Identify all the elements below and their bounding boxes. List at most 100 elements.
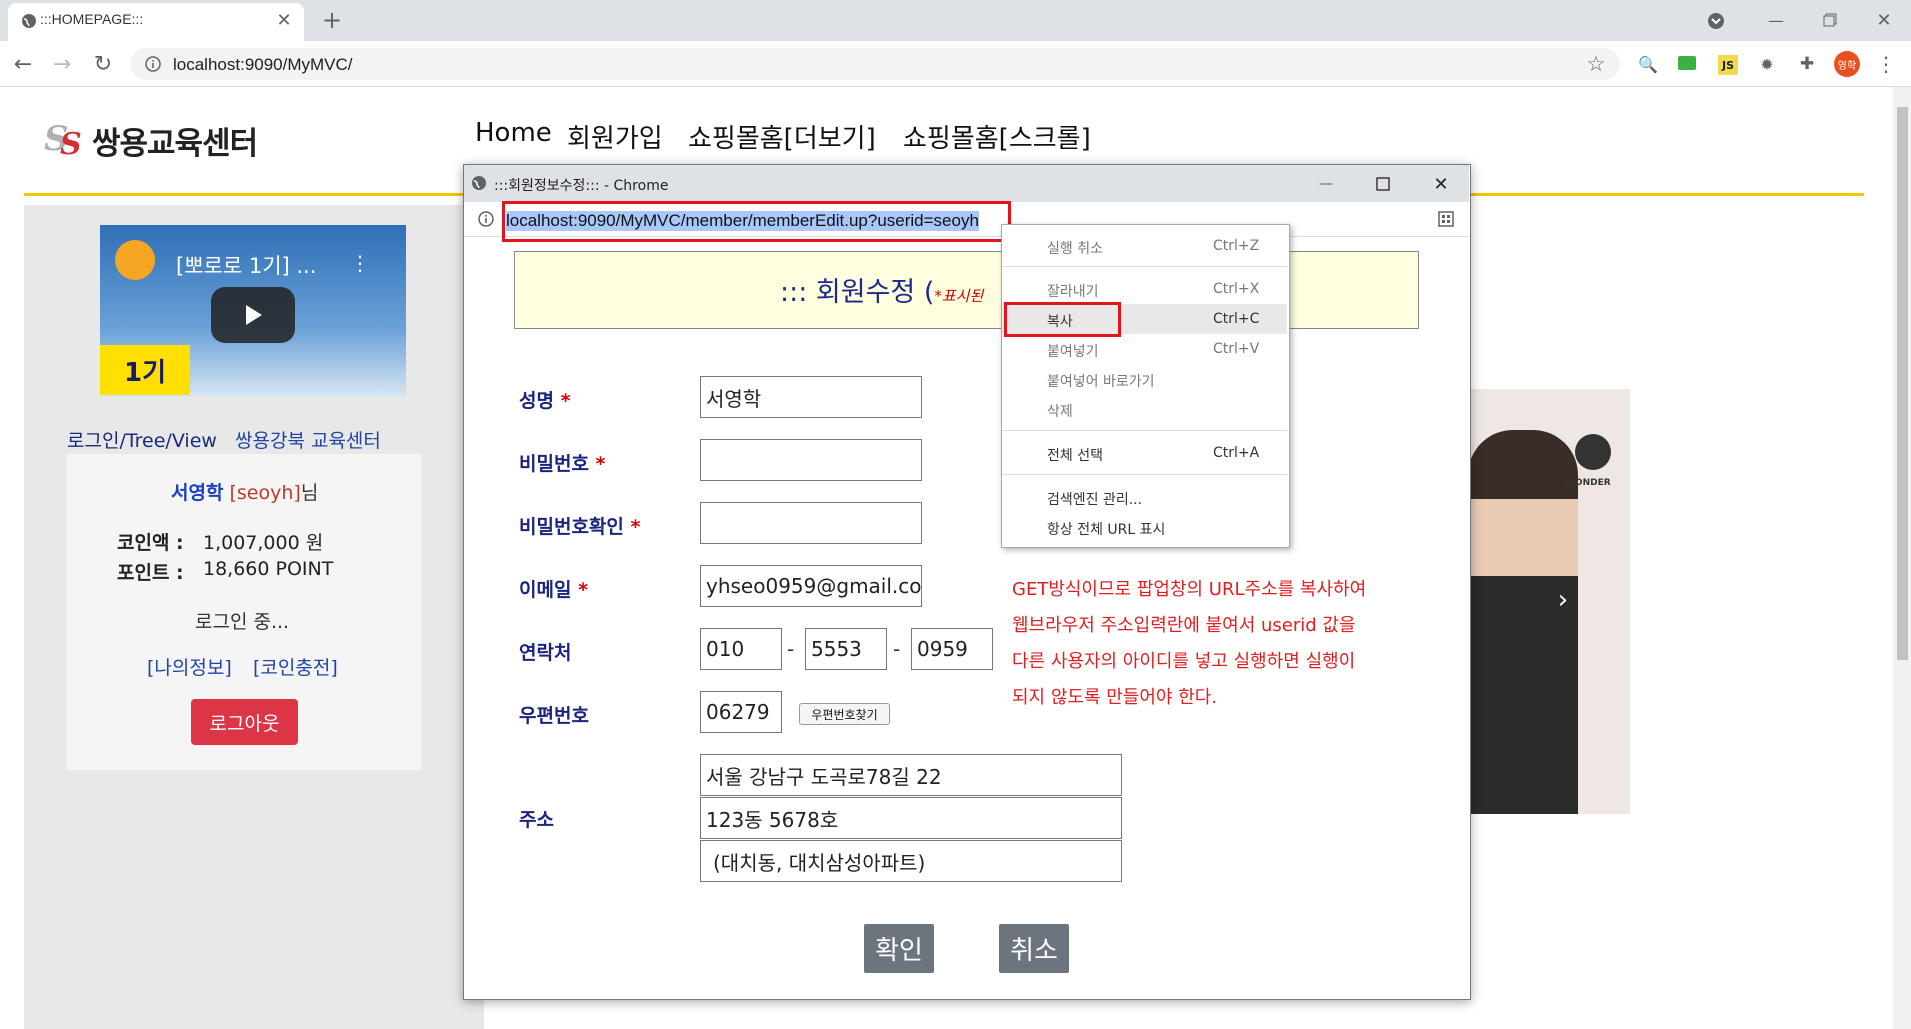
phone-label: 연락처 — [519, 642, 572, 664]
nav-shop-more[interactable]: 쇼핑몰홈[더보기] — [688, 118, 876, 155]
brand-text: WONDER — [1565, 478, 1611, 488]
site-logo-text[interactable]: 쌍용교육센터 — [92, 118, 258, 163]
popup-close-icon[interactable]: ✕ — [1429, 172, 1453, 196]
menu-separator — [1002, 474, 1287, 475]
email-label: 이메일 * — [519, 579, 589, 601]
menu-item-select-all[interactable]: 전체 선택 — [1047, 445, 1103, 465]
copy-highlight-box — [1004, 302, 1121, 337]
address-label: 주소 — [519, 809, 554, 831]
bookmark-star-icon[interactable]: ☆ — [1584, 52, 1608, 76]
phone2-input[interactable]: 5553 — [805, 628, 887, 670]
coin-value: 1,007,000 원 — [203, 532, 324, 554]
globe-icon — [20, 12, 38, 30]
user-id: [seoyh] — [229, 482, 301, 504]
nav-home[interactable]: Home — [475, 118, 552, 148]
menu-item-undo[interactable]: 실행 취소 — [1047, 238, 1103, 258]
address3-input[interactable]: (대치동, 대치삼성아파트) — [700, 840, 1122, 882]
menu-key-select-all: Ctrl+A — [1213, 445, 1260, 461]
video-more-icon[interactable]: ⋮ — [350, 250, 370, 276]
menu-separator — [1002, 430, 1287, 431]
popup-globe-icon — [470, 174, 488, 192]
menu-item-manage-search[interactable]: 검색엔진 관리... — [1047, 489, 1142, 509]
zipcode-search-button[interactable]: 우편번호찾기 — [799, 703, 890, 725]
reload-icon[interactable]: ↻ — [90, 51, 116, 77]
address2-input[interactable]: 123동 5678호 — [700, 797, 1122, 839]
popup-qr-icon[interactable] — [1437, 210, 1455, 228]
coin-charge-link[interactable]: [코인충전] — [253, 653, 338, 680]
sidebar-links[interactable]: 로그인/Tree/View — [67, 426, 217, 453]
extension-bug-icon[interactable]: ✹ — [1756, 53, 1778, 75]
phone3-input[interactable]: 0959 — [911, 628, 993, 670]
password-confirm-input[interactable] — [700, 502, 922, 544]
address1-input[interactable]: 서울 강남구 도곡로78길 22 — [700, 754, 1122, 796]
note-line: 웹브라우저 주소입력란에 붙여서 userid 값을 — [1012, 615, 1356, 636]
carousel-next-icon[interactable]: › — [1550, 585, 1576, 615]
menu-key-undo: Ctrl+Z — [1213, 238, 1260, 254]
new-tab-icon[interactable]: + — [320, 6, 344, 34]
nav-shop-scroll[interactable]: 쇼핑몰홈[스크롤] — [903, 118, 1091, 155]
close-tab-icon[interactable]: ✕ — [274, 10, 294, 31]
menu-key-paste: Ctrl+V — [1213, 341, 1260, 357]
coin-label: 코인액 : — [117, 532, 184, 554]
svg-text:S: S — [60, 127, 82, 158]
note-line: GET방식이므로 팝업창의 URL주소를 복사하여 — [1012, 579, 1367, 600]
extension-search-icon[interactable]: 🔍 — [1638, 54, 1658, 74]
channel-avatar — [115, 240, 155, 280]
close-window-icon[interactable]: ✕ — [1872, 8, 1896, 32]
user-greeting: 서영학 [seoyh]님 — [171, 478, 318, 505]
forward-icon[interactable]: → — [49, 51, 75, 77]
url-highlight-box — [502, 201, 1011, 242]
menu-item-delete[interactable]: 삭제 — [1047, 401, 1073, 421]
phone1-input[interactable]: 010 — [700, 628, 782, 670]
menu-key-cut: Ctrl+X — [1213, 281, 1260, 297]
password-label: 비밀번호 * — [519, 453, 606, 475]
note-line: 되지 않도록 만들어야 한다. — [1012, 687, 1218, 708]
point-label: 포인트 : — [117, 562, 184, 584]
menu-item-show-full-url[interactable]: 항상 전체 URL 표시 — [1047, 519, 1165, 539]
tab-search-icon[interactable] — [1706, 11, 1726, 31]
restore-icon[interactable] — [1818, 8, 1842, 32]
scrollbar-thumb[interactable] — [1897, 107, 1908, 660]
email-input[interactable]: yhseo0959@gmail.com — [700, 565, 922, 607]
profile-avatar[interactable]: 영학 — [1834, 51, 1860, 77]
user-suffix: 님 — [300, 482, 319, 504]
menu-kebab-icon[interactable]: ⋮ — [1876, 52, 1896, 76]
myinfo-link[interactable]: [나의정보] — [147, 653, 232, 680]
cancel-button[interactable]: 취소 — [999, 924, 1069, 973]
menu-item-paste-and-go[interactable]: 붙여넣어 바로가기 — [1047, 371, 1155, 391]
logout-button[interactable]: 로그아웃 — [191, 699, 298, 745]
zipcode-input[interactable]: 06279 — [700, 691, 782, 733]
confirm-button[interactable]: 확인 — [864, 924, 934, 973]
minimize-icon[interactable]: — — [1764, 8, 1788, 32]
video-badge: 1기 — [100, 345, 190, 395]
carousel-person — [1468, 430, 1578, 814]
address-url[interactable]: localhost:9090/MyMVC/ — [173, 55, 353, 75]
popup-title: :::회원정보수정::: - Chrome — [494, 178, 669, 194]
zipcode-label: 우편번호 — [519, 705, 589, 727]
menu-item-cut[interactable]: 잘라내기 — [1047, 281, 1099, 301]
name-input[interactable]: 서영학 — [700, 376, 922, 418]
extension-green-icon[interactable] — [1678, 56, 1696, 70]
form-required-note: *표시된 — [934, 287, 984, 305]
sidebar-center-link[interactable]: 쌍용강북 교육센터 — [235, 426, 381, 453]
menu-item-paste[interactable]: 붙여넣기 — [1047, 341, 1099, 361]
menu-key-copy: Ctrl+C — [1213, 311, 1260, 327]
phone-separator-2: - — [893, 637, 901, 661]
form-title: ::: 회원수정 (*표시된 — [780, 270, 983, 309]
popup-minimize-icon[interactable]: — — [1314, 172, 1338, 196]
play-icon[interactable] — [211, 287, 295, 343]
popup-info-icon — [477, 210, 495, 228]
video-title[interactable]: [뽀로로 1기] ... — [176, 250, 316, 280]
brand-logo-icon — [1575, 434, 1611, 470]
back-icon[interactable]: ← — [10, 51, 36, 77]
password-confirm-label: 비밀번호확인 * — [519, 516, 641, 538]
extensions-puzzle-icon[interactable]: ✚ — [1796, 53, 1818, 75]
menu-separator — [1002, 266, 1287, 267]
password-input[interactable] — [700, 439, 922, 481]
nav-join[interactable]: 회원가입 — [567, 118, 663, 155]
extension-js-icon[interactable]: JS — [1718, 55, 1738, 75]
annotation-note: GET방식이므로 팝업창의 URL주소를 복사하여 웹브라우저 주소입력란에 붙… — [1012, 572, 1366, 716]
popup-maximize-icon[interactable] — [1371, 172, 1395, 196]
address-bar[interactable] — [130, 48, 1620, 80]
point-value: 18,660 POINT — [203, 558, 334, 580]
